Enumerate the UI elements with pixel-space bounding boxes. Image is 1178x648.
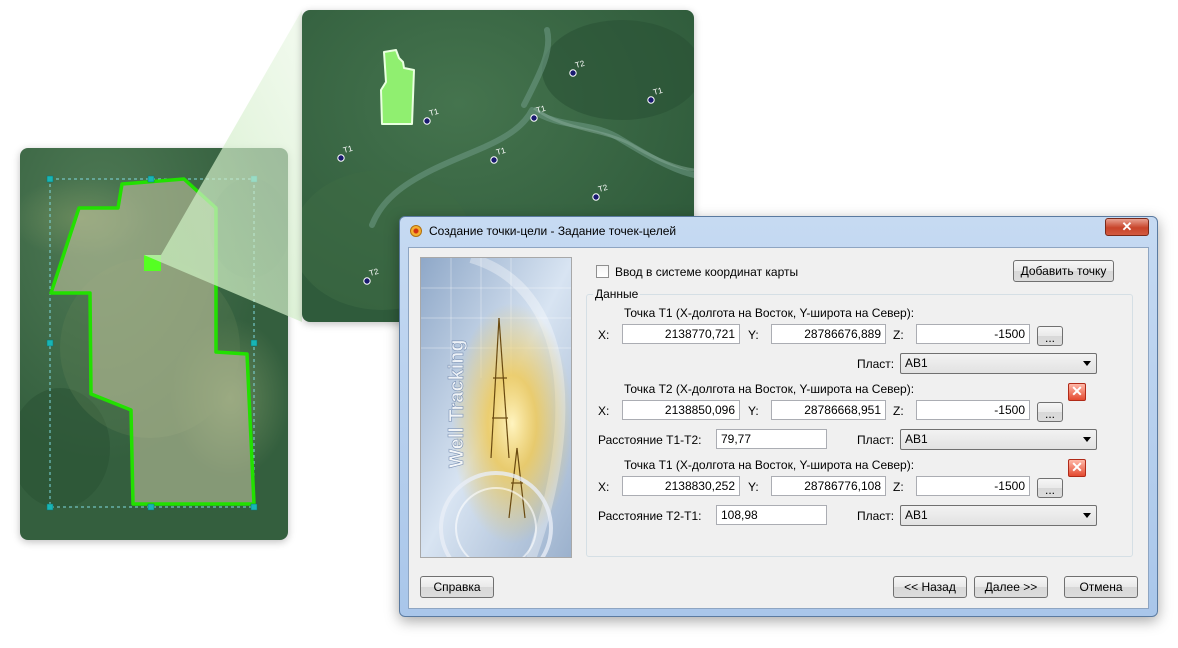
banner-title: Well Tracking bbox=[446, 339, 468, 468]
point-3-y-input[interactable]: 28786776,108 bbox=[771, 476, 886, 496]
delete-icon: ✕ bbox=[1071, 459, 1083, 475]
point-1-browse-button[interactable]: ... bbox=[1037, 326, 1063, 346]
point-3-layer-select[interactable]: AB1 bbox=[900, 505, 1097, 526]
dialog-title: Создание точки-цели - Задание точек-целе… bbox=[429, 224, 677, 238]
point-2-x-label: X: bbox=[598, 404, 610, 418]
add-point-label: Добавить точку bbox=[1020, 264, 1107, 278]
distance-1-2-label: Расстояние T1-T2: bbox=[598, 433, 702, 447]
close-icon: ✕ bbox=[1121, 219, 1133, 234]
point-3-z-input[interactable]: -1500 bbox=[916, 476, 1030, 496]
title-bar[interactable]: Создание точки-цели - Задание точек-целе… bbox=[400, 217, 1157, 245]
target-point-dialog: Создание точки-цели - Задание точек-целе… bbox=[399, 216, 1158, 617]
distance-1-2-field[interactable]: 79,77 bbox=[716, 429, 827, 449]
next-label: Далее >> bbox=[984, 580, 1038, 594]
point-3-header: Точка T1 (X-долгота на Восток, Y-широта … bbox=[624, 458, 915, 472]
point-2-z-input[interactable]: -1500 bbox=[916, 400, 1030, 420]
next-button[interactable]: Далее >> bbox=[974, 576, 1048, 598]
point-2-y-input[interactable]: 28786668,951 bbox=[771, 400, 886, 420]
point-2-layer-value: AB1 bbox=[905, 432, 928, 446]
cancel-button[interactable]: Отмена bbox=[1064, 576, 1138, 598]
point-1-layer-select[interactable]: AB1 bbox=[900, 353, 1097, 374]
point-1-y-label: Y: bbox=[748, 328, 759, 342]
point-3-layer-label: Пласт: bbox=[857, 509, 895, 523]
point-3-delete-button[interactable]: ✕ bbox=[1068, 459, 1086, 477]
help-button[interactable]: Справка bbox=[420, 576, 494, 598]
add-point-button[interactable]: Добавить точку bbox=[1013, 260, 1114, 282]
chevron-down-icon bbox=[1083, 437, 1091, 442]
point-2-z-label: Z: bbox=[893, 404, 904, 418]
point-1-browse-label: ... bbox=[1044, 331, 1055, 345]
point-3-x-input[interactable]: 2138830,252 bbox=[622, 476, 740, 496]
point-3-layer-value: AB1 bbox=[905, 508, 928, 522]
data-group-title: Данные bbox=[593, 287, 641, 301]
delete-icon: ✕ bbox=[1071, 383, 1083, 399]
well-tracking-banner: Well Tracking bbox=[420, 257, 572, 558]
point-3-z-label: Z: bbox=[893, 480, 904, 494]
point-2-browse-label: ... bbox=[1044, 407, 1055, 421]
distance-2-1-label: Расстояние T2-T1: bbox=[598, 509, 702, 523]
chevron-down-icon bbox=[1083, 513, 1091, 518]
chevron-down-icon bbox=[1083, 361, 1091, 366]
help-label: Справка bbox=[433, 580, 481, 594]
point-3-x-label: X: bbox=[598, 480, 610, 494]
back-button[interactable]: << Назад bbox=[893, 576, 967, 598]
map-coords-checkbox[interactable] bbox=[596, 265, 609, 278]
point-1-header: Точка T1 (X-долгота на Восток, Y-широта … bbox=[624, 306, 915, 320]
app-icon bbox=[410, 225, 422, 237]
point-1-layer-label: Пласт: bbox=[857, 357, 895, 371]
point-1-z-input[interactable]: -1500 bbox=[916, 324, 1030, 344]
point-2-y-label: Y: bbox=[748, 404, 759, 418]
point-2-layer-label: Пласт: bbox=[857, 433, 895, 447]
point-2-browse-button[interactable]: ... bbox=[1037, 402, 1063, 422]
point-2-x-input[interactable]: 2138850,096 bbox=[622, 400, 740, 420]
point-3-browse-label: ... bbox=[1044, 483, 1055, 497]
point-1-z-label: Z: bbox=[893, 328, 904, 342]
point-1-x-input[interactable]: 2138770,721 bbox=[622, 324, 740, 344]
point-2-layer-select[interactable]: AB1 bbox=[900, 429, 1097, 450]
dialog-client-area: Well Tracking Ввод в системе координат к… bbox=[408, 247, 1149, 609]
map-coords-label: Ввод в системе координат карты bbox=[615, 265, 799, 279]
point-3-browse-button[interactable]: ... bbox=[1037, 478, 1063, 498]
distance-2-1-field[interactable]: 108,98 bbox=[716, 505, 827, 525]
point-3-y-label: Y: bbox=[748, 480, 759, 494]
point-1-layer-value: AB1 bbox=[905, 356, 928, 370]
point-2-delete-button[interactable]: ✕ bbox=[1068, 383, 1086, 401]
back-label: << Назад bbox=[904, 580, 956, 594]
point-2-header: Точка T2 (X-долгота на Восток, Y-широта … bbox=[624, 382, 915, 396]
close-button[interactable]: ✕ bbox=[1105, 218, 1149, 236]
point-1-y-input[interactable]: 28786676,889 bbox=[771, 324, 886, 344]
cancel-label: Отмена bbox=[1079, 580, 1123, 594]
point-1-x-label: X: bbox=[598, 328, 610, 342]
